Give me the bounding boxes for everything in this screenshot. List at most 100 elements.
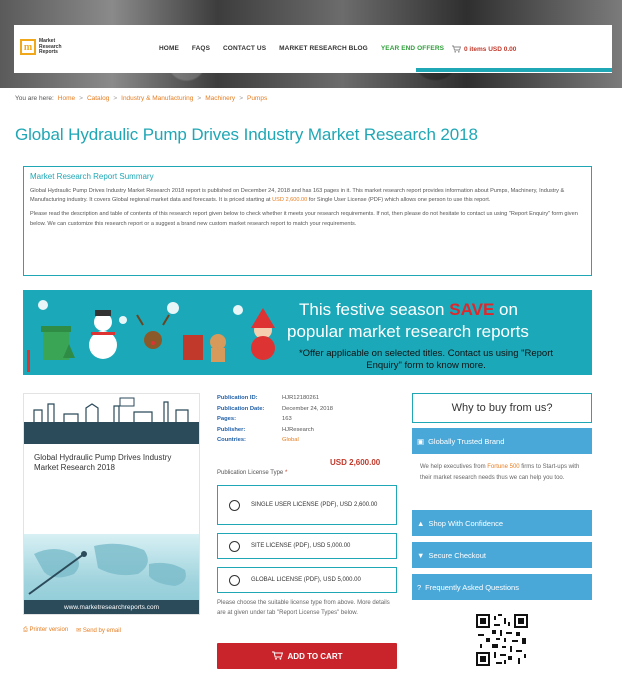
summary-price: USD 2,600.00 [272, 197, 308, 204]
cart-icon: ▼ [417, 550, 425, 560]
summary-paragraph-1: Global Hydraulic Pump Drives Industry Ma… [30, 187, 585, 205]
report-cover-image[interactable]: Global Hydraulic Pump Drives Industry Ma… [23, 393, 200, 615]
license-type-text: Publication License Type [217, 470, 284, 476]
secure-checkout-header[interactable]: ▼ Secure Checkout [412, 542, 592, 568]
meta-row: Publication ID: HJR12180261 [217, 393, 333, 404]
main-nav: HOME FAQS CONTACT US MARKET RESEARCH BLO… [159, 45, 457, 52]
breadcrumb-separator: > [197, 95, 202, 102]
breadcrumb-home[interactable]: Home [58, 95, 75, 102]
meta-value: December 24, 2018 [282, 405, 333, 412]
license-option-label: SITE LICENSE (PDF), USD 5,000.00 [251, 543, 351, 549]
cover-website: www.marketresearchreports.com [24, 600, 199, 614]
report-summary: Market Research Report Summary Global Hy… [23, 166, 592, 276]
shop-with-confidence-label: Shop With Confidence [428, 518, 504, 528]
breadcrumb-separator: > [113, 95, 118, 102]
faq-header[interactable]: ? Frequently Asked Questions [412, 574, 592, 600]
navbar: m Market Research Reports HOME FAQS CONT… [14, 25, 612, 73]
banner-save-word: SAVE [449, 300, 495, 319]
license-option-site[interactable]: SITE LICENSE (PDF), USD 5,000.00 [217, 533, 397, 559]
breadcrumb-machinery[interactable]: Machinery [205, 95, 235, 102]
license-option-label: GLOBAL LICENSE (PDF), USD 5,000.00 [251, 577, 361, 583]
report-price: USD 2,600.00 [330, 458, 381, 467]
breadcrumb-separator: > [239, 95, 243, 102]
qr-code [476, 614, 528, 666]
meta-value: HJResearch [282, 426, 314, 433]
summary-paragraph-2: Please read the description and table of… [30, 211, 578, 227]
breadcrumb-separator: > [79, 95, 83, 102]
banner-text: This festive season [299, 300, 445, 319]
meta-value-link[interactable]: Global [282, 435, 299, 446]
breadcrumb-catalog[interactable]: Catalog [87, 95, 109, 102]
license-help-text: Please choose the suitable license type … [217, 600, 390, 616]
globally-trusted-brand-label: Globally Trusted Brand [428, 436, 505, 446]
meta-value: HJR12180261 [282, 395, 320, 401]
nav-accent-bar [416, 68, 612, 72]
secure-checkout-label: Secure Checkout [428, 550, 486, 560]
email-icon: ✉ [76, 628, 82, 634]
license-option-label: SINGLE USER LICENSE (PDF), USD 2,600.00 [251, 502, 378, 508]
printer-version-label: Printer version [29, 627, 69, 633]
breadcrumb: You are here: Home > Catalog > Industry … [15, 95, 267, 102]
logo-text: Market Research Reports [39, 38, 62, 55]
send-by-email-link[interactable]: ✉ Send by email [76, 627, 121, 634]
license-option-single-user[interactable]: SINGLE USER LICENSE (PDF), USD 2,600.00 [217, 485, 397, 525]
summary-text: for Single User License (PDF) which allo… [308, 197, 491, 204]
radio-button[interactable] [229, 574, 240, 586]
nav-contact-us[interactable]: CONTACT US [223, 45, 266, 52]
banner-headline: This festive season SAVE on [299, 300, 518, 320]
trusted-brand-body: We help executives from Fortune 500 firm… [412, 455, 592, 509]
thumbs-up-icon: ▲ [417, 518, 425, 528]
meta-row: Pages: 163 [217, 414, 333, 425]
meta-key: Publication ID: [217, 395, 258, 401]
meta-key: Countries: [217, 437, 246, 443]
globally-trusted-brand-header[interactable]: ▣ Globally Trusted Brand [412, 428, 592, 454]
meta-key: Pages: [217, 416, 237, 422]
breadcrumb-pumps[interactable]: Pumps [247, 95, 267, 102]
banner-note: *Offer applicable on selected titles. Co… [298, 348, 554, 371]
festive-illustration [27, 300, 275, 372]
nav-faqs[interactable]: FAQS [192, 45, 210, 52]
question-icon: ? [417, 582, 422, 592]
banner-subheadline: popular market research reports [287, 322, 529, 341]
add-to-cart-button[interactable]: ADD TO CART [217, 643, 397, 669]
fortune-500-link[interactable]: Fortune 500 [487, 464, 519, 470]
meta-row: Countries: Global [217, 435, 333, 446]
map-illustration [28, 543, 186, 595]
meta-key: Publication Date: [217, 405, 265, 412]
utility-links: ⎙ Printer version ✉ Send by email [23, 627, 121, 634]
printer-icon: ⎙ [23, 627, 28, 633]
cart-text: 0 items USD 0.00 [464, 45, 517, 53]
shop-with-confidence-header[interactable]: ▲ Shop With Confidence [412, 510, 592, 536]
cart-icon [452, 45, 461, 53]
nav-year-end-offers[interactable]: YEAR END OFFERS [381, 45, 444, 52]
license-option-global[interactable]: GLOBAL LICENSE (PDF), USD 5,000.00 [217, 567, 397, 593]
add-to-cart-label: ADD TO CART [287, 651, 343, 661]
badge-icon: ▣ [417, 436, 425, 446]
nav-home[interactable]: HOME [159, 45, 179, 52]
cart-icon [271, 651, 283, 662]
license-type-label: Publication License Type * [217, 470, 287, 476]
cart-summary[interactable]: 0 items USD 0.00 [452, 45, 516, 53]
breadcrumb-industry-manufacturing[interactable]: Industry & Manufacturing [121, 95, 193, 102]
meta-key: Publisher: [217, 426, 246, 433]
factory-illustration [24, 394, 199, 444]
radio-button[interactable] [229, 499, 240, 511]
publication-meta: Publication ID: HJR12180261 Publication D… [217, 393, 333, 446]
site-logo[interactable]: m Market Research Reports [20, 38, 69, 56]
festive-banner[interactable]: This festive season SAVE on popular mark… [23, 290, 592, 375]
printer-version-link[interactable]: ⎙ Printer version [23, 627, 68, 634]
nav-market-research-blog[interactable]: MARKET RESEARCH BLOG [279, 45, 368, 52]
meta-value: 163 [282, 416, 292, 422]
breadcrumb-prefix: You are here: [15, 95, 54, 102]
radio-button[interactable] [229, 540, 240, 552]
meta-row: Publisher: HJResearch [217, 425, 333, 436]
page-title: Global Hydraulic Pump Drives Industry Ma… [15, 125, 478, 144]
cover-title: Global Hydraulic Pump Drives Industry Ma… [34, 453, 172, 472]
summary-title: Market Research Report Summary [30, 172, 154, 181]
meta-row: Publication Date: December 24, 2018 [217, 404, 333, 415]
logo-mark: m [20, 39, 36, 56]
trusted-text: We help executives from [420, 464, 486, 470]
send-by-email-label: Send by email [82, 628, 121, 634]
faq-label: Frequently Asked Questions [425, 582, 519, 592]
banner-text: on [499, 300, 518, 319]
